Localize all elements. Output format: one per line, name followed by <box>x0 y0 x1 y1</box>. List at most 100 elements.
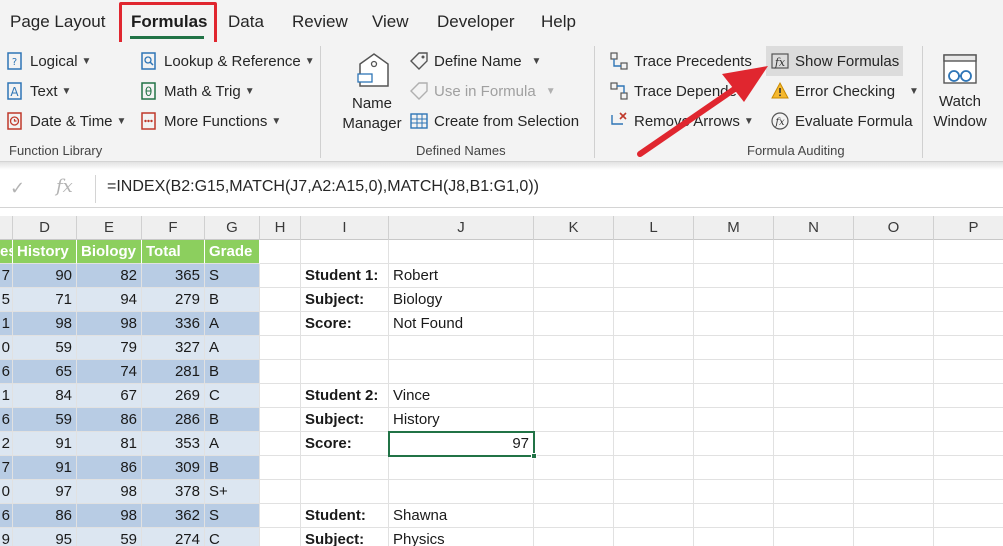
empty-cell[interactable] <box>614 528 694 546</box>
empty-cell[interactable] <box>260 480 301 504</box>
empty-cell[interactable] <box>934 408 1003 432</box>
empty-cell[interactable] <box>614 264 694 288</box>
empty-cell[interactable] <box>614 432 694 456</box>
table-cell-e[interactable]: 98 <box>77 312 142 336</box>
table-cell-c[interactable]: 1 <box>0 312 13 336</box>
table-cell-f[interactable]: 279 <box>142 288 205 312</box>
table-header-history[interactable]: History <box>13 240 77 264</box>
empty-cell[interactable] <box>614 456 694 480</box>
empty-cell[interactable] <box>260 504 301 528</box>
empty-cell[interactable] <box>934 312 1003 336</box>
empty-cell[interactable] <box>934 384 1003 408</box>
subject-3-label[interactable]: Subject: <box>301 528 389 546</box>
empty-cell[interactable] <box>854 480 934 504</box>
empty-cell[interactable] <box>854 384 934 408</box>
empty-cell[interactable] <box>694 432 774 456</box>
empty-cell[interactable] <box>389 480 534 504</box>
table-cell-f[interactable]: 286 <box>142 408 205 432</box>
column-header-m[interactable]: M <box>694 216 774 240</box>
trace-dependents-button[interactable]: Trace Dependents <box>608 78 736 104</box>
empty-cell[interactable] <box>774 336 854 360</box>
empty-cell[interactable] <box>774 384 854 408</box>
show-formulas-button[interactable]: fx Show Formulas <box>766 46 903 76</box>
table-cell-e[interactable]: 59 <box>77 528 142 546</box>
table-cell-g[interactable]: B <box>205 360 260 384</box>
empty-cell[interactable] <box>301 360 389 384</box>
empty-cell[interactable] <box>389 240 534 264</box>
empty-cell[interactable] <box>389 360 534 384</box>
table-header-biology[interactable]: Biology <box>77 240 142 264</box>
table-cell-g[interactable]: A <box>205 312 260 336</box>
create-from-selection-button[interactable]: Create from Selection <box>408 108 579 134</box>
tab-review[interactable]: Review <box>292 0 348 42</box>
empty-cell[interactable] <box>301 240 389 264</box>
column-header-k[interactable]: K <box>534 216 614 240</box>
logical-button[interactable]: ? Logical ▼ <box>4 48 91 74</box>
empty-cell[interactable] <box>534 360 614 384</box>
empty-cell[interactable] <box>260 408 301 432</box>
table-cell-c[interactable]: 1 <box>0 384 13 408</box>
empty-cell[interactable] <box>614 288 694 312</box>
column-header-o[interactable]: O <box>854 216 934 240</box>
table-cell-e[interactable]: 86 <box>77 408 142 432</box>
name-manager-button[interactable]: Name Manager <box>340 48 404 134</box>
table-cell-f[interactable]: 378 <box>142 480 205 504</box>
empty-cell[interactable] <box>534 432 614 456</box>
empty-cell[interactable] <box>534 456 614 480</box>
empty-cell[interactable] <box>934 360 1003 384</box>
empty-cell[interactable] <box>854 528 934 546</box>
empty-cell[interactable] <box>774 408 854 432</box>
empty-cell[interactable] <box>694 264 774 288</box>
table-cell-d[interactable]: 91 <box>13 432 77 456</box>
evaluate-formula-button[interactable]: fx Evaluate Formula <box>769 108 913 134</box>
table-cell-g[interactable]: S+ <box>205 480 260 504</box>
empty-cell[interactable] <box>301 480 389 504</box>
column-header-h[interactable]: H <box>260 216 301 240</box>
empty-cell[interactable] <box>534 312 614 336</box>
tab-help[interactable]: Help <box>541 0 576 42</box>
empty-cell[interactable] <box>534 240 614 264</box>
table-cell-f[interactable]: 274 <box>142 528 205 546</box>
student-2-label[interactable]: Student 2: <box>301 384 389 408</box>
column-header-g[interactable]: G <box>205 216 260 240</box>
empty-cell[interactable] <box>534 408 614 432</box>
empty-cell[interactable] <box>534 264 614 288</box>
score-1-value[interactable]: Not Found <box>389 312 534 336</box>
column-header-n[interactable]: N <box>774 216 854 240</box>
empty-cell[interactable] <box>694 408 774 432</box>
empty-cell[interactable] <box>614 336 694 360</box>
table-cell-c[interactable]: 6 <box>0 504 13 528</box>
student-1-value[interactable]: Robert <box>389 264 534 288</box>
empty-cell[interactable] <box>694 504 774 528</box>
table-cell-g[interactable]: S <box>205 264 260 288</box>
table-cell-e[interactable]: 98 <box>77 480 142 504</box>
text-button[interactable]: A Text ▼ <box>4 78 71 104</box>
empty-cell[interactable] <box>854 408 934 432</box>
tab-developer[interactable]: Developer <box>437 0 515 42</box>
score-2-label[interactable]: Score: <box>301 432 389 456</box>
empty-cell[interactable] <box>260 312 301 336</box>
empty-cell[interactable] <box>854 312 934 336</box>
table-cell-f[interactable]: 309 <box>142 456 205 480</box>
table-cell-c[interactable]: 6 <box>0 360 13 384</box>
table-cell-d[interactable]: 98 <box>13 312 77 336</box>
empty-cell[interactable] <box>934 432 1003 456</box>
table-cell-d[interactable]: 65 <box>13 360 77 384</box>
column-header-d[interactable]: D <box>13 216 77 240</box>
table-cell-c[interactable]: 0 <box>0 480 13 504</box>
table-cell-e[interactable]: 98 <box>77 504 142 528</box>
define-name-button[interactable]: Define Name ▼ <box>408 48 541 74</box>
empty-cell[interactable] <box>694 480 774 504</box>
tab-data[interactable]: Data <box>228 0 264 42</box>
fill-handle[interactable] <box>531 453 537 459</box>
empty-cell[interactable] <box>260 360 301 384</box>
empty-cell[interactable] <box>301 456 389 480</box>
table-header-cell[interactable]: es <box>0 240 13 264</box>
column-header-p[interactable]: P <box>934 216 1003 240</box>
table-cell-c[interactable]: 0 <box>0 336 13 360</box>
column-header-partial[interactable] <box>0 216 13 240</box>
score-2-value-selected-cell[interactable]: 97 <box>388 431 535 457</box>
empty-cell[interactable] <box>934 336 1003 360</box>
column-header-i[interactable]: I <box>301 216 389 240</box>
empty-cell[interactable] <box>534 480 614 504</box>
